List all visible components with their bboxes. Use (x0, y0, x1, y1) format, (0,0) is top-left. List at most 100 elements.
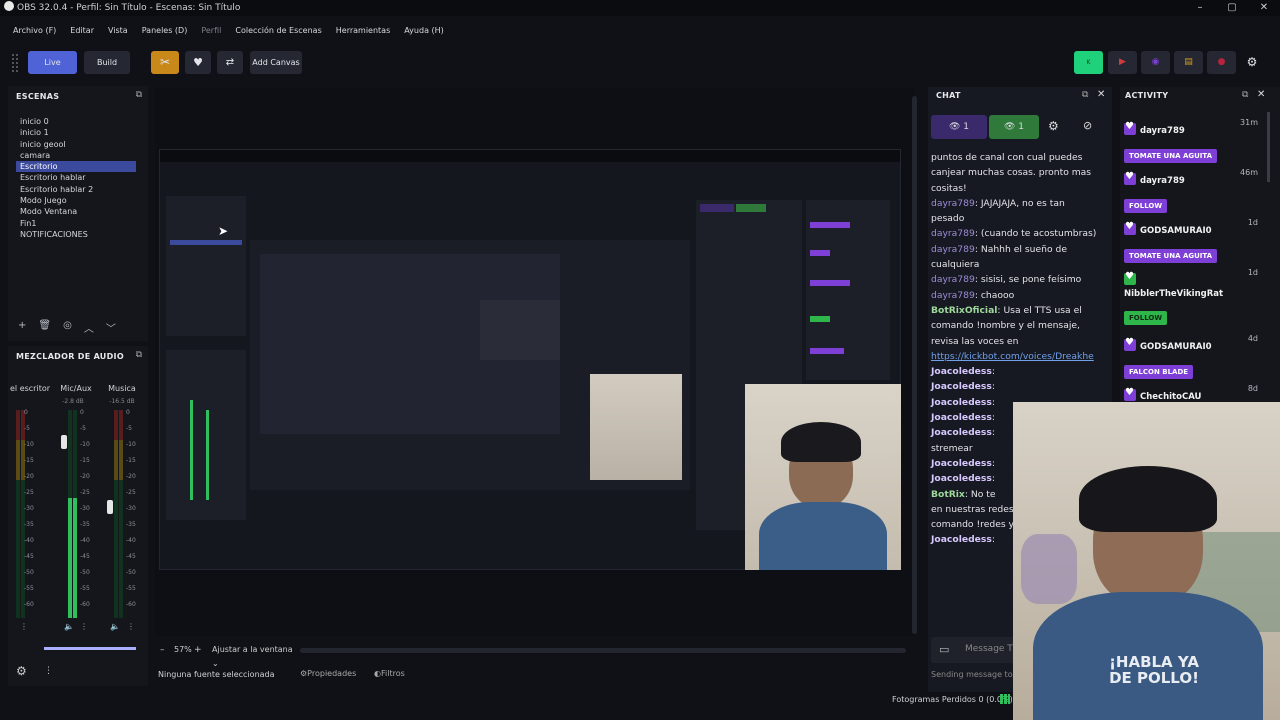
menu-archivo[interactable]: Archivo (F) (13, 22, 56, 40)
menu-herramientas[interactable]: Herramientas (336, 22, 391, 40)
kick-icon[interactable]: K (1074, 51, 1103, 74)
live-button[interactable]: Live (28, 51, 77, 74)
toolbar: Live Build ✂ ♥ ⇄ Add Canvas K ▶ ◉ ▤ ● ⚙ (0, 48, 1280, 78)
activity-item[interactable]: ChechitoCAU 8d (1124, 384, 1258, 402)
chat-message: BotRixOficial: Usa el TTS usa el comando… (931, 304, 1082, 347)
fit-dropdown[interactable]: Ajustar a la ventana ⌄ (212, 643, 294, 668)
zoom-out-button[interactable]: – (160, 645, 165, 655)
chat-settings-gear-icon[interactable]: ⚙ (1048, 119, 1059, 133)
scissors-icon[interactable]: ✂ (151, 51, 179, 74)
heart-icon (1124, 171, 1136, 185)
scene-item[interactable]: Modo Ventana (16, 206, 136, 217)
maximize-button[interactable]: ▢ (1216, 0, 1248, 16)
mixer-channel-name: Mic/Aux (60, 384, 92, 393)
move-up-icon[interactable]: ︿ (84, 320, 94, 335)
volume-slider-handle[interactable] (107, 500, 113, 514)
undock-icon[interactable]: ⧉ (1082, 90, 1088, 100)
menu-dots-icon[interactable]: ⋮ (44, 666, 53, 676)
close-icon[interactable]: ✕ (1097, 89, 1105, 100)
follow-badge: FOLLOW (1124, 199, 1168, 213)
db-scale: 0 -5 -10 -15 -20 -25 -30 -35 -40 -45 -50 -55 -60 (24, 409, 34, 608)
activity-item[interactable]: GODSAMURAI0 1d TOMATE UNA AGUITA (1124, 218, 1258, 263)
status-bar: Fotogramas Perdidos 0 (0.0%) (0, 690, 1280, 710)
activity-scrollbar[interactable] (1267, 112, 1270, 182)
drag-handle-icon[interactable] (12, 54, 18, 72)
scene-item[interactable]: inicio geool (16, 139, 136, 150)
mixer-db: -16.5 dB (109, 398, 135, 405)
dropped-frames: Fotogramas Perdidos 0 (0.0%) (892, 695, 1013, 704)
mixer-scrollbar[interactable] (44, 647, 136, 650)
nested-scenes (166, 196, 246, 336)
settings-gear-icon[interactable]: ⚙ (1240, 51, 1264, 74)
swap-icon[interactable]: ⇄ (217, 51, 243, 74)
record-icon[interactable]: ● (1207, 51, 1236, 74)
menu-ayuda[interactable]: Ayuda (H) (404, 22, 444, 40)
activity-item[interactable]: dayra789 46m FOLLOW (1124, 168, 1258, 213)
twitch-icon[interactable]: ◉ (1141, 51, 1170, 74)
undock-icon[interactable]: ⧉ (1242, 90, 1248, 100)
viewer-count-kick[interactable]: 👁 1 (989, 115, 1039, 139)
menu-dots-icon[interactable]: ⋮ (127, 622, 135, 631)
nested-webcam (590, 374, 682, 480)
webcam-overlay-large: ¡HABLA YA DE POLLO! (1013, 402, 1280, 720)
chat-message: Joacoledess: (931, 366, 995, 378)
scene-item[interactable]: inicio 0 (16, 116, 136, 127)
heart-icon (1124, 221, 1136, 235)
menu-dots-icon[interactable]: ⋮ (80, 622, 88, 631)
mute-speaker-icon[interactable]: 🔈 (64, 622, 74, 631)
scene-item[interactable]: camara (16, 150, 136, 161)
zoom-in-button[interactable]: + (194, 645, 202, 655)
undock-icon[interactable]: ⧉ (136, 90, 142, 100)
heart-icon (1124, 387, 1136, 401)
menu-perfil[interactable]: Perfil (201, 22, 221, 40)
menu-dots-icon[interactable]: ⋮ (20, 622, 28, 631)
preview-scrollbar[interactable] (300, 648, 906, 653)
menu-vista[interactable]: Vista (108, 22, 128, 40)
mute-speaker-icon[interactable]: 🔈 (110, 622, 120, 631)
filter-icon[interactable]: ◎ (63, 320, 72, 335)
popout-icon[interactable]: ⊘ (1083, 119, 1092, 132)
heart-icon (1124, 121, 1136, 135)
close-button[interactable]: ✕ (1248, 0, 1280, 16)
filters-button[interactable]: ◐Filtros (374, 669, 405, 678)
mouse-cursor-icon: ➤ (218, 224, 229, 238)
eye-icon: 👁 (948, 122, 961, 132)
nested-activity (806, 200, 890, 380)
scene-item[interactable]: Modo Juego (16, 195, 136, 206)
layers-icon[interactable]: ▤ (1174, 51, 1203, 74)
close-icon[interactable]: ✕ (1257, 89, 1265, 100)
activity-item[interactable]: 1d NibblerTheVikingRat FOLLOW (1124, 268, 1258, 325)
volume-slider-handle[interactable] (61, 435, 67, 449)
properties-button[interactable]: ⚙Propiedades (300, 669, 356, 678)
move-down-icon[interactable]: ﹀ (106, 320, 116, 335)
mixer-title: MEZCLADOR DE AUDIO (16, 352, 124, 361)
scene-item[interactable]: Fin1 (16, 218, 136, 229)
follow-badge: FOLLOW (1124, 311, 1168, 325)
viewer-count-twitch[interactable]: 👁 1 (931, 115, 987, 139)
activity-item[interactable]: dayra789 31m TOMATE UNA AGUITA (1124, 118, 1258, 163)
sending-as-label: Sending message to: (931, 670, 1016, 679)
filter-icon: ◐ (374, 669, 381, 678)
scene-item[interactable]: NOTIFICACIONES (16, 229, 136, 240)
reward-badge: TOMATE UNA AGUITA (1124, 249, 1218, 263)
add-scene-icon[interactable]: + (18, 320, 26, 335)
scene-item-selected[interactable]: Escritorio (16, 161, 136, 173)
add-canvas-button[interactable]: Add Canvas (250, 51, 302, 74)
menu-paneles[interactable]: Paneles (D) (142, 22, 188, 40)
minimize-button[interactable]: – (1184, 0, 1216, 16)
chat-link[interactable]: https://kickbot.com/voices/Dreakhe (931, 349, 1101, 364)
youtube-icon[interactable]: ▶ (1108, 51, 1137, 74)
heart-icon[interactable]: ♥ (185, 51, 211, 74)
build-button[interactable]: Build (84, 51, 130, 74)
menu-editar[interactable]: Editar (70, 22, 94, 40)
scene-item[interactable]: inicio 1 (16, 127, 136, 138)
menu-coleccion-escenas[interactable]: Colección de Escenas (235, 22, 321, 40)
undock-icon[interactable]: ⧉ (136, 350, 142, 360)
scene-item[interactable]: Escritorio hablar 2 (16, 184, 136, 195)
remove-scene-icon[interactable]: 🗑 (38, 320, 51, 335)
title-bar: OBS 32.0.4 - Perfil: Sin Título - Escena… (0, 0, 1280, 16)
mixer-settings-gear-icon[interactable]: ⚙ (16, 664, 27, 678)
activity-item[interactable]: GODSAMURAI0 4d FALCON BLADE (1124, 334, 1258, 379)
scene-item[interactable]: Escritorio hablar (16, 172, 136, 183)
preview-vscrollbar[interactable] (912, 96, 917, 634)
